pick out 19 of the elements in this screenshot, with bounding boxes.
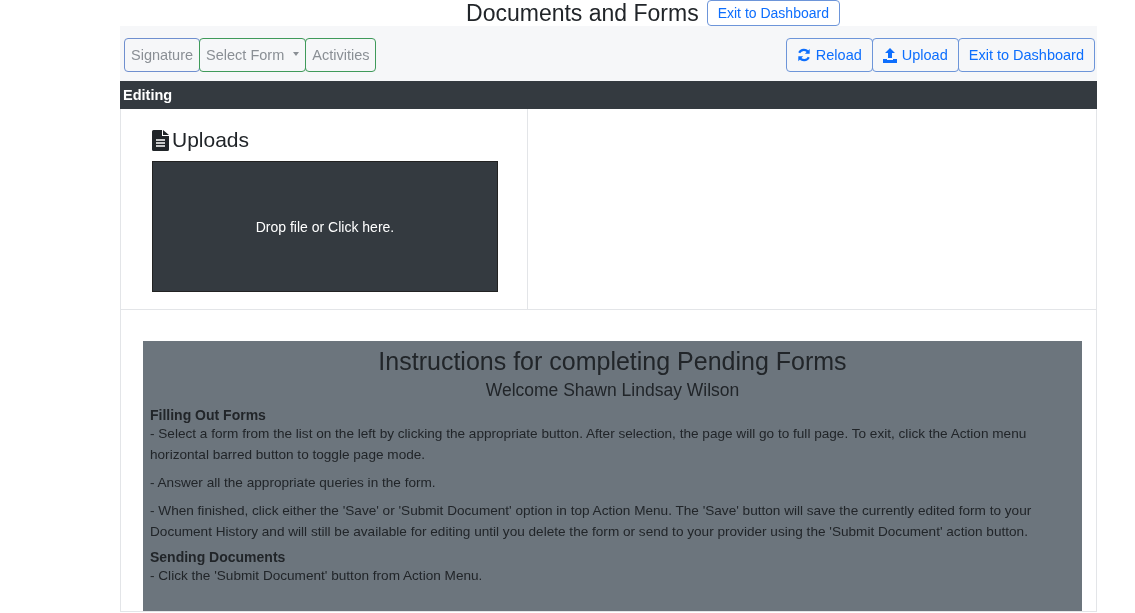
exit-dashboard-button[interactable]: Exit to Dashboard — [957, 38, 1095, 72]
exit-dashboard-button[interactable]: Exit to Dashboard — [706, 0, 840, 26]
instructions-title: Instructions for completing Pending Forms — [377, 347, 848, 376]
refresh-icon — [796, 48, 811, 62]
instruction-text: - When finished, click either the 'Save' or 'Submit Document' option in top Action Menu. The 'Save' button will save the currently edited form to your Document History and will still be available for editing until you delete the form or send to your provider using the 'Submit Document' action button. — [150, 502, 1033, 541]
instruction-text: - Click the 'Submit Document' button from Action Menu. — [150, 567, 484, 585]
drop-zone[interactable]: Drop file or Click here. — [152, 161, 498, 292]
uploads-heading: Uploads — [172, 128, 250, 152]
instruction-text: - Select a form from the list on the left by clicking the appropriate button. After selection, the page will go to full page. To exit, click the Action menu horizontal barred button to toggle page mode. — [150, 425, 1028, 464]
welcome-text: Welcome Shawn Lindsay Wilson — [484, 380, 741, 401]
document-icon — [152, 129, 169, 151]
section-heading: Filling Out Forms — [150, 407, 267, 423]
caret-icon — [293, 51, 300, 56]
section-heading: Sending Documents — [150, 549, 287, 565]
instruction-text: - Answer all the appropriate queries in the form. — [150, 474, 437, 492]
page-title: Documents and Forms — [466, 0, 699, 26]
upload-icon — [882, 47, 897, 63]
editing-bar: Editing — [120, 81, 1097, 109]
activities-button[interactable]: Activities — [305, 38, 377, 72]
